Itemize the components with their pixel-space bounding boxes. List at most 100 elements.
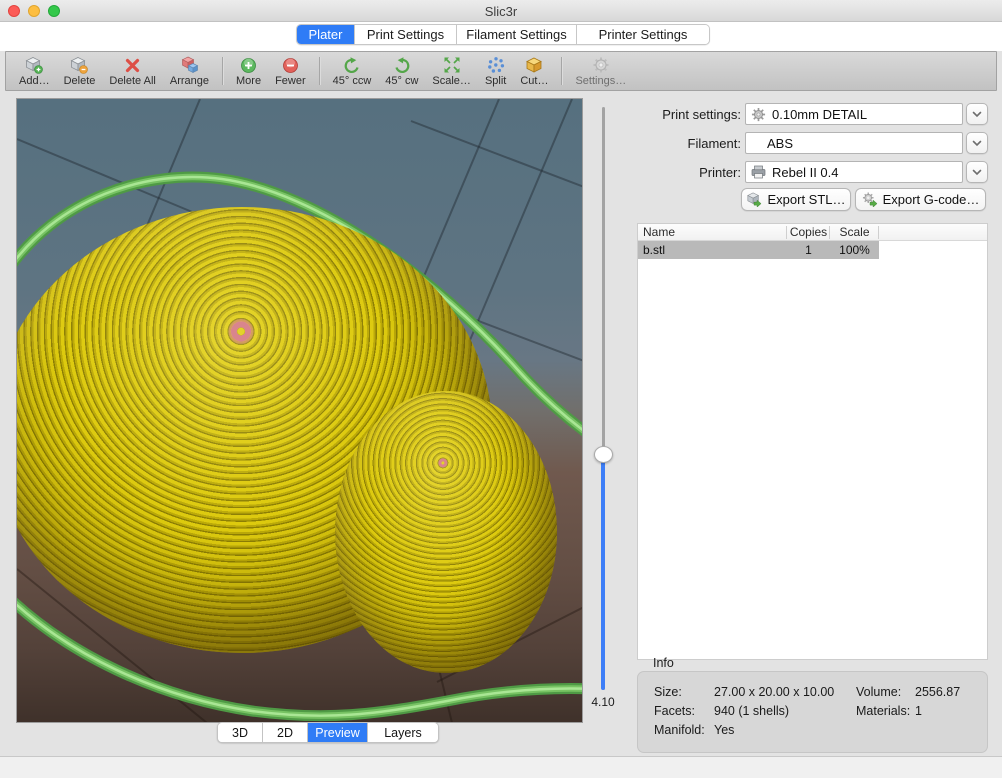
print-settings-dropdown-button[interactable]	[966, 103, 988, 125]
model-sphere-small[interactable]	[335, 391, 557, 673]
column-header-name[interactable]: Name	[643, 225, 675, 239]
scale-button-label: Scale…	[432, 75, 471, 87]
split-dots-icon	[487, 55, 505, 74]
main-tab-segmented-control: Plater Print Settings Filament Settings …	[296, 24, 710, 45]
rotate-ccw-icon	[343, 55, 361, 74]
facets-value: 940 (1 shells)	[714, 704, 789, 718]
rotate-ccw-button-label: 45° ccw	[333, 75, 372, 87]
tab-plater[interactable]: Plater	[297, 25, 355, 44]
rotate-cw-button-label: 45° cw	[385, 75, 418, 87]
layer-slider-value: 4.10	[586, 695, 620, 709]
add-button[interactable]: Add…	[12, 53, 57, 89]
scale-button[interactable]: Scale…	[425, 53, 478, 89]
window-title: Slic3r	[0, 4, 1002, 19]
column-header-scale[interactable]: Scale	[830, 225, 879, 239]
layer-slider-fill	[601, 455, 605, 690]
tab-filament-settings[interactable]: Filament Settings	[457, 25, 577, 44]
split-button[interactable]: Split	[478, 53, 513, 89]
tab-print-settings[interactable]: Print Settings	[355, 25, 457, 44]
print-settings-value: 0.10mm DETAIL	[772, 107, 867, 122]
tab-preview[interactable]: Preview	[308, 723, 368, 742]
box-export-icon	[746, 192, 762, 207]
manifold-value: Yes	[714, 723, 734, 737]
filament-label: Filament:	[621, 136, 741, 151]
manifold-label: Manifold:	[654, 723, 705, 737]
tab-plater-label: Plater	[309, 27, 343, 42]
add-button-label: Add…	[19, 75, 50, 87]
info-panel: Size: 27.00 x 20.00 x 10.00 Volume: 2556…	[637, 671, 988, 753]
arrange-button-label: Arrange	[170, 75, 209, 87]
tab-print-settings-label: Print Settings	[367, 27, 444, 42]
chevron-down-icon	[972, 169, 982, 176]
slic3r-window: Slic3r Plater Print Settings Filament Se…	[0, 0, 1002, 778]
printer-combo[interactable]: Rebel II 0.4	[745, 161, 963, 183]
green-plus-circle-icon	[240, 55, 257, 74]
chevron-down-icon	[972, 111, 982, 118]
rotate-ccw-button[interactable]: 45° ccw	[326, 53, 379, 89]
table-row-bstl[interactable]: b.stl 1 100%	[638, 241, 987, 259]
tab-printer-settings[interactable]: Printer Settings	[577, 25, 709, 44]
cut-box-icon	[525, 55, 543, 74]
print-settings-label: Print settings:	[621, 107, 741, 122]
scale-arrows-icon	[443, 55, 461, 74]
toolbar-separator	[319, 57, 320, 85]
settings-button[interactable]: Settings…	[568, 53, 633, 89]
filament-value: ABS	[767, 136, 793, 151]
filament-dropdown-button[interactable]	[966, 132, 988, 154]
column-divider[interactable]	[878, 226, 879, 239]
gear-export-icon	[862, 192, 878, 207]
toolbar: Add… Delete Delete All Arrange More	[5, 51, 997, 91]
size-label: Size:	[654, 685, 682, 699]
delete-all-button[interactable]: Delete All	[102, 53, 162, 89]
printer-value: Rebel II 0.4	[772, 165, 839, 180]
export-stl-label: Export STL…	[767, 192, 845, 207]
export-gcode-label: Export G-code…	[883, 192, 980, 207]
fewer-button[interactable]: Fewer	[268, 53, 313, 89]
delete-button[interactable]: Delete	[57, 53, 103, 89]
printer-dropdown-button[interactable]	[966, 161, 988, 183]
tab-filament-settings-label: Filament Settings	[466, 27, 566, 42]
toolbar-separator	[222, 57, 223, 85]
filament-combo[interactable]: ABS	[745, 132, 963, 154]
materials-value: 1	[915, 704, 922, 718]
gear-icon	[592, 55, 610, 74]
cut-button[interactable]: Cut…	[513, 53, 555, 89]
column-divider[interactable]	[786, 226, 787, 239]
main-tab-bar: Plater Print Settings Filament Settings …	[0, 22, 1002, 51]
toolbar-separator	[561, 57, 562, 85]
layer-slider-thumb[interactable]	[594, 446, 613, 463]
export-stl-button[interactable]: Export STL…	[741, 188, 851, 211]
cut-button-label: Cut…	[520, 75, 548, 87]
cell-copies: 1	[787, 243, 830, 257]
rotate-cw-button[interactable]: 45° cw	[378, 53, 425, 89]
object-list-table[interactable]: Name Copies Scale b.stl 1 100%	[637, 223, 988, 660]
column-divider[interactable]	[829, 226, 830, 239]
tab-layers-label: Layers	[384, 726, 422, 740]
chevron-down-icon	[972, 140, 982, 147]
facets-label: Facets:	[654, 704, 695, 718]
tab-preview-label: Preview	[315, 726, 359, 740]
delete-all-button-label: Delete All	[109, 75, 155, 87]
view-mode-segmented-control: 3D 2D Preview Layers	[217, 722, 439, 743]
viewport-3d-preview[interactable]	[16, 98, 583, 723]
column-header-copies[interactable]: Copies	[787, 225, 830, 239]
red-minus-circle-icon	[282, 55, 299, 74]
cubes-icon	[180, 55, 199, 74]
tab-layers[interactable]: Layers	[368, 723, 438, 742]
settings-button-label: Settings…	[575, 75, 626, 87]
more-button[interactable]: More	[229, 53, 268, 89]
cell-scale: 100%	[830, 243, 879, 257]
volume-value: 2556.87	[915, 685, 960, 699]
tab-3d-label: 3D	[232, 726, 248, 740]
tab-3d[interactable]: 3D	[218, 723, 263, 742]
arrange-button[interactable]: Arrange	[163, 53, 216, 89]
print-settings-combo[interactable]: 0.10mm DETAIL	[745, 103, 963, 125]
red-x-icon	[124, 55, 141, 74]
box-plus-icon	[25, 55, 43, 74]
info-group-title: Info	[653, 656, 674, 670]
printer-label: Printer:	[621, 165, 741, 180]
export-gcode-button[interactable]: Export G-code…	[855, 188, 986, 211]
tab-2d[interactable]: 2D	[263, 723, 308, 742]
printer-icon	[751, 165, 766, 179]
split-button-label: Split	[485, 75, 506, 87]
